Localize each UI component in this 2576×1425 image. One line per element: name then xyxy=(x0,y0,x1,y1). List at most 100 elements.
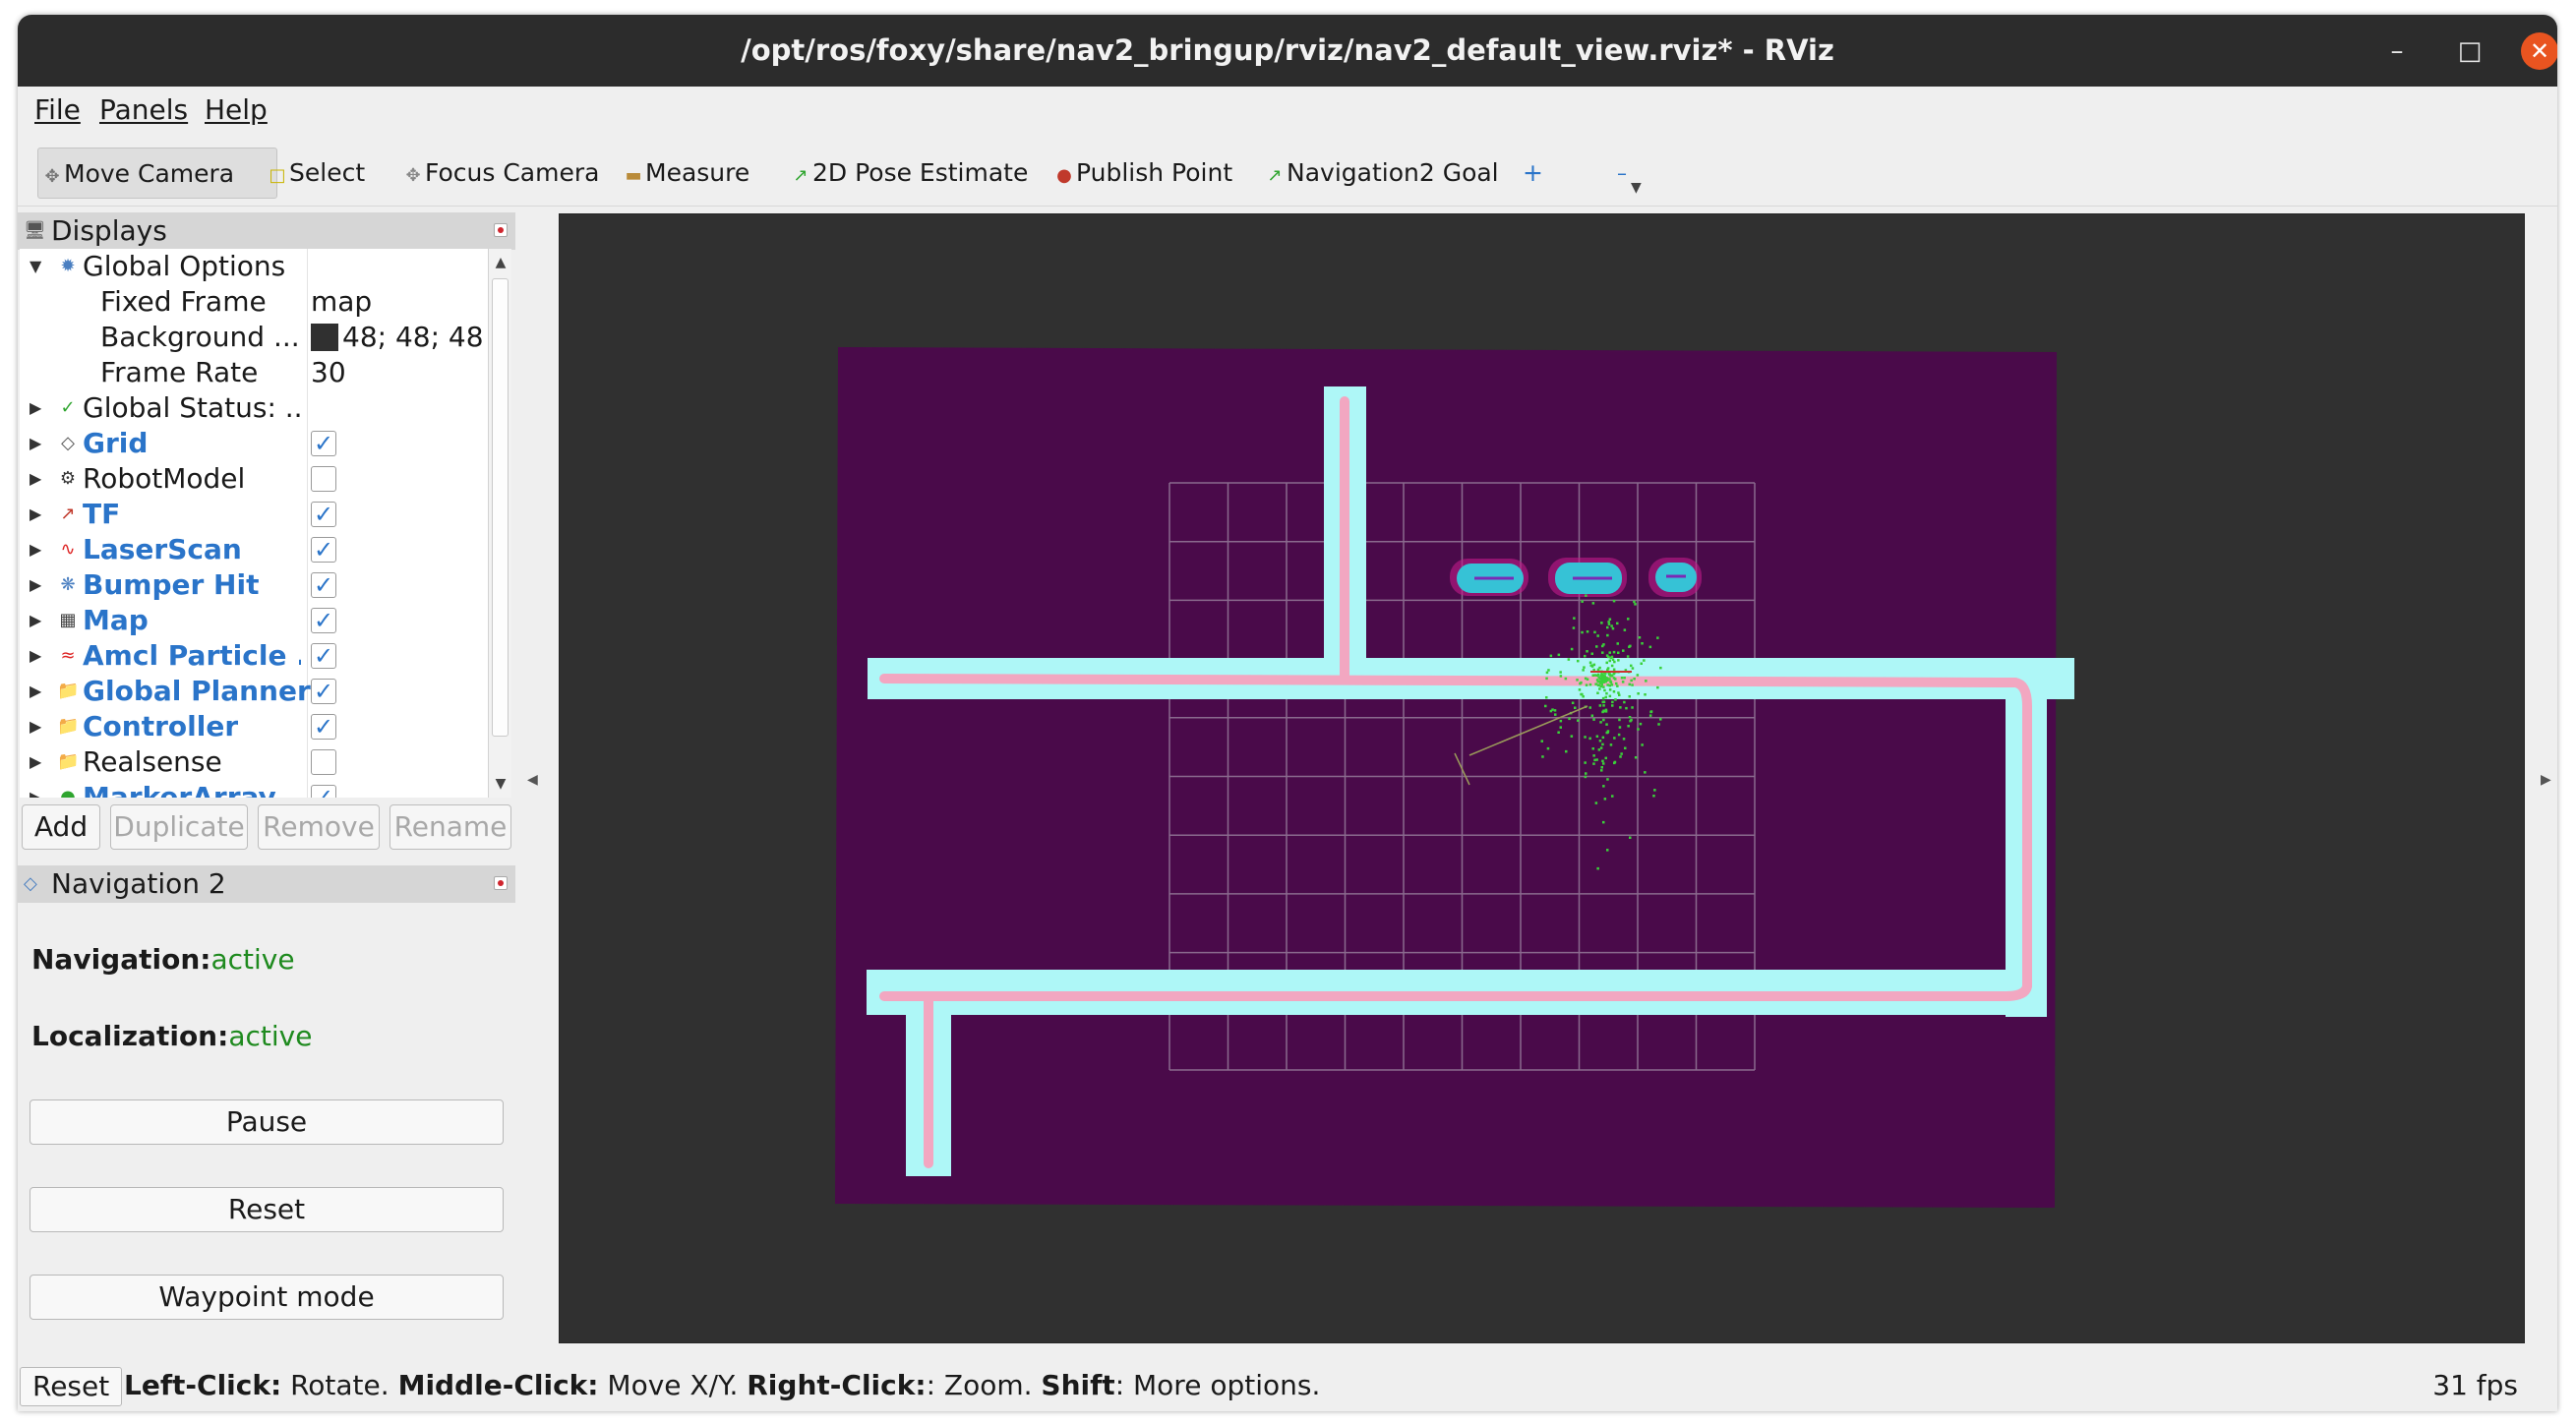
add-tool-icon[interactable]: + xyxy=(1519,148,1548,199)
panel-close-icon[interactable] xyxy=(494,223,508,237)
navigation-status: Navigation:active xyxy=(31,943,295,976)
collapsed-arrow-icon[interactable]: ▶ xyxy=(30,638,41,674)
tree-row-grid[interactable]: ▶ ◇ Grid ✓ xyxy=(20,426,496,461)
scroll-up-icon[interactable]: ▲ xyxy=(489,251,512,274)
expanded-arrow-icon[interactable]: ▼ xyxy=(30,249,41,284)
tool-focus-camera[interactable]: ✥ Focus Camera xyxy=(399,148,606,199)
reset-nav-button[interactable]: Reset xyxy=(30,1187,504,1232)
focus-camera-icon: ✥ xyxy=(405,165,421,186)
tree-row-bumper-hit[interactable]: ▶ ❋ Bumper Hit ✓ xyxy=(20,567,496,603)
duplicate-button[interactable]: Duplicate xyxy=(110,804,248,850)
tree-row-robotmodel[interactable]: ▶ ⚙ RobotModel xyxy=(20,461,496,497)
remove-button[interactable]: Remove xyxy=(258,804,380,850)
particle xyxy=(1594,802,1598,804)
collapsed-arrow-icon[interactable]: ▶ xyxy=(30,390,41,426)
robot-icon: ⚙ xyxy=(59,468,77,489)
collapsed-arrow-icon[interactable]: ▶ xyxy=(30,426,41,461)
collapsed-arrow-icon[interactable]: ▶ xyxy=(30,567,41,603)
tool-navigation2-goal[interactable]: ↗ Navigation2 Goal xyxy=(1261,148,1507,199)
collapsed-arrow-icon[interactable]: ▶ xyxy=(30,603,41,638)
tree-row-fixed-frame[interactable]: Fixed Frame map xyxy=(20,284,496,320)
collapse-right-icon[interactable]: ▶ xyxy=(2541,772,2551,788)
particle xyxy=(1653,789,1656,792)
close-icon[interactable]: ✕ xyxy=(2521,32,2557,70)
tree-row-amcl-particle[interactable]: ▶ ≈ Amcl Particle ... ✓ xyxy=(20,638,496,674)
collapsed-arrow-icon[interactable]: ▶ xyxy=(30,532,41,567)
displays-scrollbar[interactable]: ▲ ▼ xyxy=(488,249,511,798)
property-value[interactable]: map xyxy=(311,284,372,320)
maximize-icon[interactable]: □ xyxy=(2451,32,2488,70)
global-planner-checkbox[interactable]: ✓ xyxy=(311,679,336,704)
minimize-icon[interactable]: – xyxy=(2378,32,2416,70)
displays-panel-header[interactable]: 🖥 Displays xyxy=(18,212,515,250)
collapse-left-icon[interactable]: ◀ xyxy=(527,772,538,788)
tool-publish-point[interactable]: ● Publish Point xyxy=(1050,148,1237,199)
particle xyxy=(1549,709,1553,713)
tf-checkbox[interactable]: ✓ xyxy=(311,502,336,527)
add-button[interactable]: Add xyxy=(22,804,100,850)
tree-row-global-status[interactable]: ▶ ✓ Global Status: ... xyxy=(20,390,496,426)
tool-label: Focus Camera xyxy=(425,158,600,187)
tree-row-markerarray[interactable]: ▶ ● MarkerArray ✓ xyxy=(20,780,496,798)
collapsed-arrow-icon[interactable]: ▶ xyxy=(30,780,41,798)
tree-label: Global Planner xyxy=(83,675,311,707)
pause-button[interactable]: Pause xyxy=(30,1099,504,1145)
amcl-particle-checkbox[interactable]: ✓ xyxy=(311,643,336,669)
property-value[interactable]: 30 xyxy=(311,355,346,390)
particle xyxy=(1602,820,1605,824)
tree-row-global-planner[interactable]: ▶ 📁 Global Planner ✓ xyxy=(20,674,496,709)
tree-row-map[interactable]: ▶ ▦ Map ✓ xyxy=(20,603,496,638)
dropdown-arrow-icon[interactable]: ▼ xyxy=(1631,180,1642,196)
collapsed-arrow-icon[interactable]: ▶ xyxy=(30,674,41,709)
menu-help[interactable]: Help xyxy=(205,87,268,134)
tree-row-background[interactable]: Background ... 48; 48; 48 xyxy=(20,320,496,355)
robotmodel-checkbox[interactable] xyxy=(311,466,336,492)
particle xyxy=(1559,719,1563,723)
tree-row-tf[interactable]: ▶ ↗ TF ✓ xyxy=(20,497,496,532)
collapsed-arrow-icon[interactable]: ▶ xyxy=(30,461,41,497)
background-color-value[interactable]: 48; 48; 48 xyxy=(311,320,484,355)
tool-2d-pose-estimate[interactable]: ↗ 2D Pose Estimate xyxy=(787,148,1043,199)
tree-row-laserscan[interactable]: ▶ ∿ LaserScan ✓ xyxy=(20,532,496,567)
tool-move-camera[interactable]: ✥ Move Camera xyxy=(37,148,277,199)
rename-button[interactable]: Rename xyxy=(389,804,511,850)
render-viewport[interactable] xyxy=(559,213,2525,1343)
particle xyxy=(1611,700,1614,704)
property-label: Frame Rate xyxy=(100,356,259,388)
tree-row-frame-rate[interactable]: Frame Rate 30 xyxy=(20,355,496,390)
title-bar[interactable]: /opt/ros/foxy/share/nav2_bringup/rviz/na… xyxy=(18,15,2557,87)
particle xyxy=(1602,762,1605,765)
controller-checkbox[interactable]: ✓ xyxy=(311,714,336,740)
waypoint-mode-button[interactable]: Waypoint mode xyxy=(30,1275,504,1320)
scroll-down-icon[interactable]: ▼ xyxy=(489,772,512,796)
collapsed-arrow-icon[interactable]: ▶ xyxy=(30,709,41,744)
bumper-hit-checkbox[interactable]: ✓ xyxy=(311,572,336,598)
remove-tool-icon[interactable]: –▼ xyxy=(1613,148,1662,199)
checkmark-icon: ✓ xyxy=(60,397,76,418)
menu-file[interactable]: File xyxy=(34,87,81,134)
help-action: : Zoom. xyxy=(926,1369,1033,1401)
collapsed-arrow-icon[interactable]: ▶ xyxy=(30,497,41,532)
realsense-checkbox[interactable] xyxy=(311,749,336,775)
tool-measure[interactable]: ▬ Measure xyxy=(620,148,749,199)
markerarray-checkbox[interactable]: ✓ xyxy=(311,785,336,798)
particle xyxy=(1603,688,1606,692)
grid-checkbox[interactable]: ✓ xyxy=(311,431,336,456)
particle xyxy=(1594,683,1597,685)
tree-row-realsense[interactable]: ▶ 📁 Realsense xyxy=(20,744,496,780)
particle xyxy=(1623,700,1626,704)
scrollbar-thumb[interactable] xyxy=(492,278,509,737)
particle xyxy=(1584,775,1588,779)
collapsed-arrow-icon[interactable]: ▶ xyxy=(30,744,41,780)
panel-close-icon[interactable] xyxy=(494,876,508,890)
laserscan-checkbox[interactable]: ✓ xyxy=(311,537,336,563)
menu-panels[interactable]: Panels xyxy=(99,87,188,134)
tool-select[interactable]: □ Select xyxy=(264,148,372,199)
pose-array-icon: ≈ xyxy=(60,645,76,666)
map-checkbox[interactable]: ✓ xyxy=(311,608,336,633)
status-reset-button[interactable]: Reset xyxy=(20,1367,123,1406)
navigation2-panel-header[interactable]: ◇ Navigation 2 xyxy=(18,865,515,903)
particle xyxy=(1628,716,1632,719)
tree-row-global-options[interactable]: ▼ ✹ Global Options xyxy=(20,249,496,284)
tree-row-controller[interactable]: ▶ 📁 Controller ✓ xyxy=(20,709,496,744)
